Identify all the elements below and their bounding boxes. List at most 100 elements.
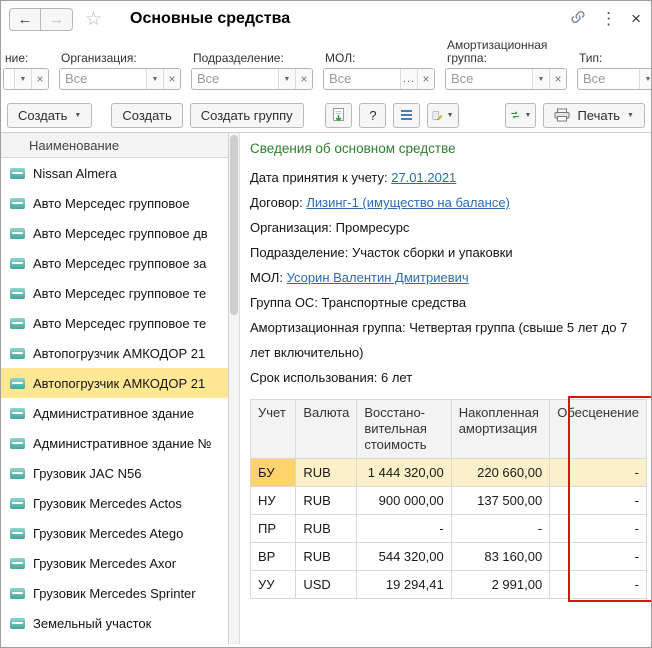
choose-icon[interactable]: ... [400, 69, 417, 89]
mol-link[interactable]: Усорин Валентин Дмитриевич [287, 270, 469, 285]
link-icon[interactable] [570, 9, 586, 30]
list-item[interactable]: Грузовик Mercedes Atego [1, 518, 228, 548]
info-label: МОЛ: [250, 270, 287, 285]
list-item[interactable]: Авто Мерседес групповое те [1, 278, 228, 308]
edo-exchange-menu-button[interactable]: ▼ [505, 102, 537, 128]
table-cell[interactable]: БУ [249, 458, 297, 487]
table-cell[interactable]: ПР [249, 514, 297, 543]
table-cell[interactable]: 83 160,00 [450, 542, 551, 571]
filter-name-input[interactable] [4, 69, 14, 89]
table-cell[interactable]: 137 500,00 [450, 486, 551, 515]
table-cell[interactable]: RUB [295, 486, 358, 515]
back-button[interactable]: ← [9, 7, 41, 31]
chevron-down-icon[interactable]: ▼ [639, 69, 651, 89]
table-row: ПР RUB - - - [249, 514, 647, 543]
list-column-header[interactable]: Наименование [1, 133, 228, 158]
table-cell[interactable]: 544 320,00 [356, 542, 452, 571]
close-icon[interactable]: × [631, 9, 641, 29]
info-label: Срок использования: [250, 370, 381, 385]
clear-icon[interactable]: × [295, 69, 312, 89]
filter-amort-group-combo: Все ▼ × [445, 68, 567, 90]
table-cell[interactable]: 2 991,00 [450, 570, 551, 599]
table-cell[interactable]: НУ [249, 486, 297, 515]
list-item-selected[interactable]: Автопогрузчик АМКОДОР 21 [1, 368, 228, 398]
table-cell[interactable]: ВР [249, 542, 297, 571]
list-scrollbar[interactable] [229, 133, 240, 644]
list-item-label: Грузовик Mercedes Atego [33, 525, 184, 541]
export-list-button[interactable] [325, 102, 353, 128]
table-cell[interactable]: УУ [249, 570, 297, 599]
title-bar: ← → ☆ Основные средства ⋮ × [1, 1, 651, 37]
list-item[interactable]: Авто Мерседес групповое дв [1, 218, 228, 248]
table-cell[interactable]: 900 000,00 [356, 486, 452, 515]
chevron-down-icon: ▼ [627, 111, 634, 119]
list-item-label: Административное здание [33, 405, 195, 421]
table-cell[interactable]: RUB [295, 542, 358, 571]
page-title: Основные средства [130, 10, 291, 27]
list-item[interactable]: Грузовик Mercedes Actos [1, 488, 228, 518]
list-item[interactable]: Административное здание [1, 398, 228, 428]
table-cell[interactable]: - [549, 542, 647, 571]
filter-mol-input[interactable]: Все [324, 69, 400, 89]
col-header-amortization: Накопленная амортизация [450, 399, 551, 459]
list-item-label: Грузовик Mercedes Actos [33, 495, 182, 511]
create-button[interactable]: Создать [111, 102, 183, 128]
table-cell[interactable]: RUB [295, 514, 358, 543]
list-item[interactable]: Автопогрузчик АМКОДОР 21 [1, 338, 228, 368]
list-item[interactable]: Авто Мерседес групповое за [1, 248, 228, 278]
list-item[interactable]: Авто Мерседес групповое те [1, 308, 228, 338]
fixed-asset-icon [10, 467, 25, 479]
create-menu-button[interactable]: Создать ▼ [7, 102, 93, 128]
create-menu-label: Создать [18, 107, 68, 123]
chevron-down-icon[interactable]: ▼ [278, 69, 295, 89]
list-item[interactable]: Авто Мерседес групповое [1, 188, 228, 218]
clear-icon[interactable]: × [549, 69, 566, 89]
list-item[interactable]: Земельный участок [1, 608, 228, 638]
help-button[interactable]: ? [359, 102, 387, 128]
info-line: Срок использования: 6 лет [250, 365, 647, 390]
table-cell[interactable]: 1 444 320,00 [356, 458, 452, 487]
filter-name-combo: ▼ × [3, 68, 49, 90]
chevron-down-icon[interactable]: ▼ [532, 69, 549, 89]
table-cell[interactable]: - [549, 514, 647, 543]
filter-amort-group-input[interactable]: Все [446, 69, 532, 89]
department-value: Участок сборки и упаковки [351, 245, 513, 260]
more-menu-icon[interactable]: ⋮ [600, 9, 617, 29]
clear-icon[interactable]: × [417, 69, 434, 89]
table-cell[interactable]: - [549, 458, 647, 487]
list-item[interactable]: Nissan Almera [1, 158, 228, 188]
list-item[interactable]: Грузовик Mercedes Axor [1, 548, 228, 578]
list-item[interactable]: Административное здание № [1, 428, 228, 458]
favorite-star-icon[interactable]: ☆ [85, 8, 102, 31]
filter-type-input[interactable]: Все [578, 69, 639, 89]
table-cell[interactable]: 220 660,00 [450, 458, 551, 487]
list-item[interactable]: Грузовик Mercedes Sprinter [1, 578, 228, 608]
table-cell[interactable]: - [549, 486, 647, 515]
create-group-button[interactable]: Создать группу [189, 102, 304, 128]
filter-organization-combo: Все ▼ × [59, 68, 181, 90]
table-cell[interactable]: 19 294,41 [356, 570, 452, 599]
list-item[interactable]: Грузовик JAC N56 [1, 458, 228, 488]
filter-department-input[interactable]: Все [192, 69, 278, 89]
report-button[interactable] [393, 102, 421, 128]
clear-icon[interactable]: × [163, 69, 180, 89]
scrollbar-thumb[interactable] [230, 135, 238, 315]
clear-icon[interactable]: × [31, 69, 48, 89]
print-menu-button[interactable]: Печать ▼ [543, 102, 645, 128]
col-header-currency: Валюта [295, 399, 358, 459]
list-item-label: Авто Мерседес групповое те [33, 315, 207, 331]
main-body: Наименование Nissan Almera Авто Мерседес… [1, 132, 651, 644]
chevron-down-icon[interactable]: ▼ [146, 69, 163, 89]
contract-link[interactable]: Лизинг-1 (имущество на балансе) [306, 195, 510, 210]
table-cell[interactable]: RUB [295, 458, 358, 487]
table-cell[interactable]: - [549, 570, 647, 599]
forward-icon: → [49, 10, 64, 28]
filter-organization-input[interactable]: Все [60, 69, 146, 89]
table-cell[interactable]: - [450, 514, 551, 543]
forward-button[interactable]: → [41, 7, 73, 31]
accept-date-link[interactable]: 27.01.2021 [391, 170, 456, 185]
chevron-down-icon[interactable]: ▼ [14, 69, 31, 89]
table-cell[interactable]: - [356, 514, 452, 543]
edit-document-menu-button[interactable]: ▼ [427, 102, 459, 128]
table-cell[interactable]: USD [295, 570, 358, 599]
